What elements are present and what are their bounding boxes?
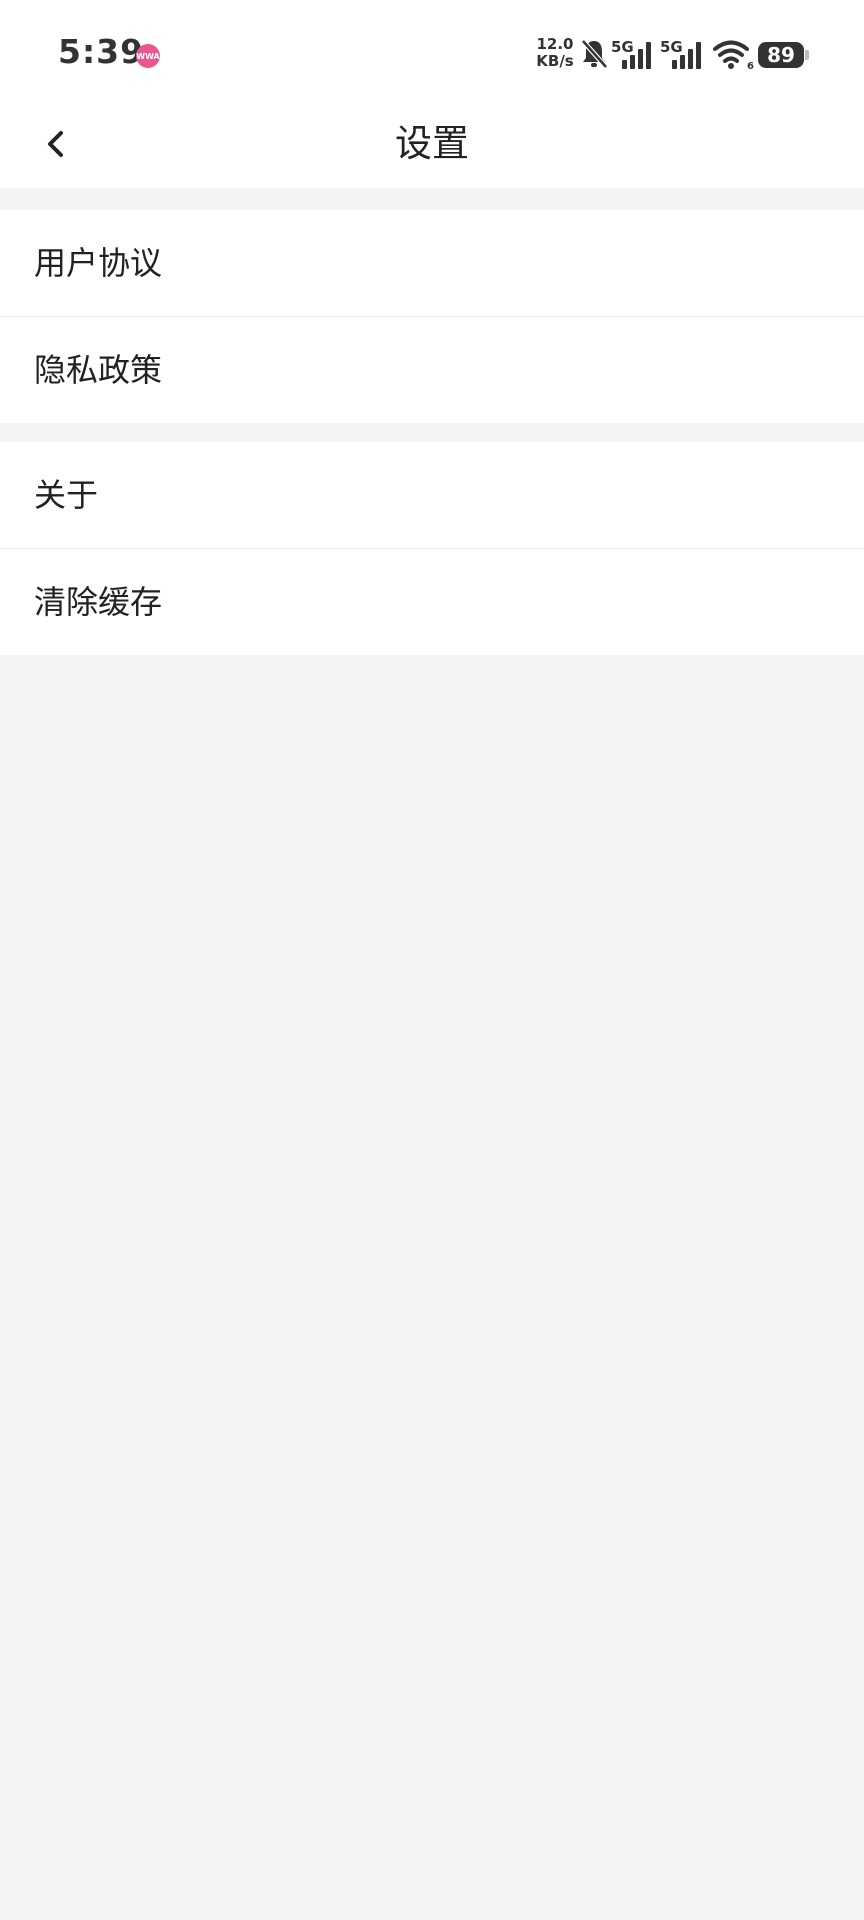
bell-muted-icon <box>581 39 608 69</box>
status-time: 5:39 <box>58 32 145 71</box>
settings-group-app: 关于 清除缓存 <box>0 442 864 655</box>
network-speed: 12.0 KB/s <box>535 36 575 70</box>
network-speed-unit: KB/s <box>536 52 574 70</box>
privacy-policy-label: 隐私政策 <box>34 351 163 389</box>
page-title: 设置 <box>395 122 469 165</box>
user-agreement-item[interactable]: 用户协议 <box>0 210 864 316</box>
network-speed-value: 12.0 <box>536 35 574 53</box>
about-item[interactable]: 关于 <box>0 442 864 548</box>
signal-icon <box>672 42 701 69</box>
top-nav-bar: 设置 <box>0 100 864 188</box>
about-label: 关于 <box>34 476 99 514</box>
privacy-policy-item[interactable]: 隐私政策 <box>0 316 864 423</box>
wifi-label: 6 <box>747 61 754 70</box>
app-notification-icon: WWA <box>136 44 160 68</box>
settings-group-legal: 用户协议 隐私政策 <box>0 210 864 423</box>
clear-cache-item[interactable]: 清除缓存 <box>0 548 864 655</box>
chevron-left-icon <box>48 131 63 157</box>
status-bar: 5:39 WWA 12.0 KB/s 5G 5G 6 89 <box>0 0 864 100</box>
clear-cache-label: 清除缓存 <box>34 583 163 621</box>
battery-tip <box>805 50 809 60</box>
user-agreement-label: 用户协议 <box>34 244 163 282</box>
battery-icon: 89 <box>758 42 804 68</box>
back-button[interactable] <box>30 118 82 170</box>
signal-icon <box>622 42 651 69</box>
wifi-icon: 6 <box>713 40 754 70</box>
